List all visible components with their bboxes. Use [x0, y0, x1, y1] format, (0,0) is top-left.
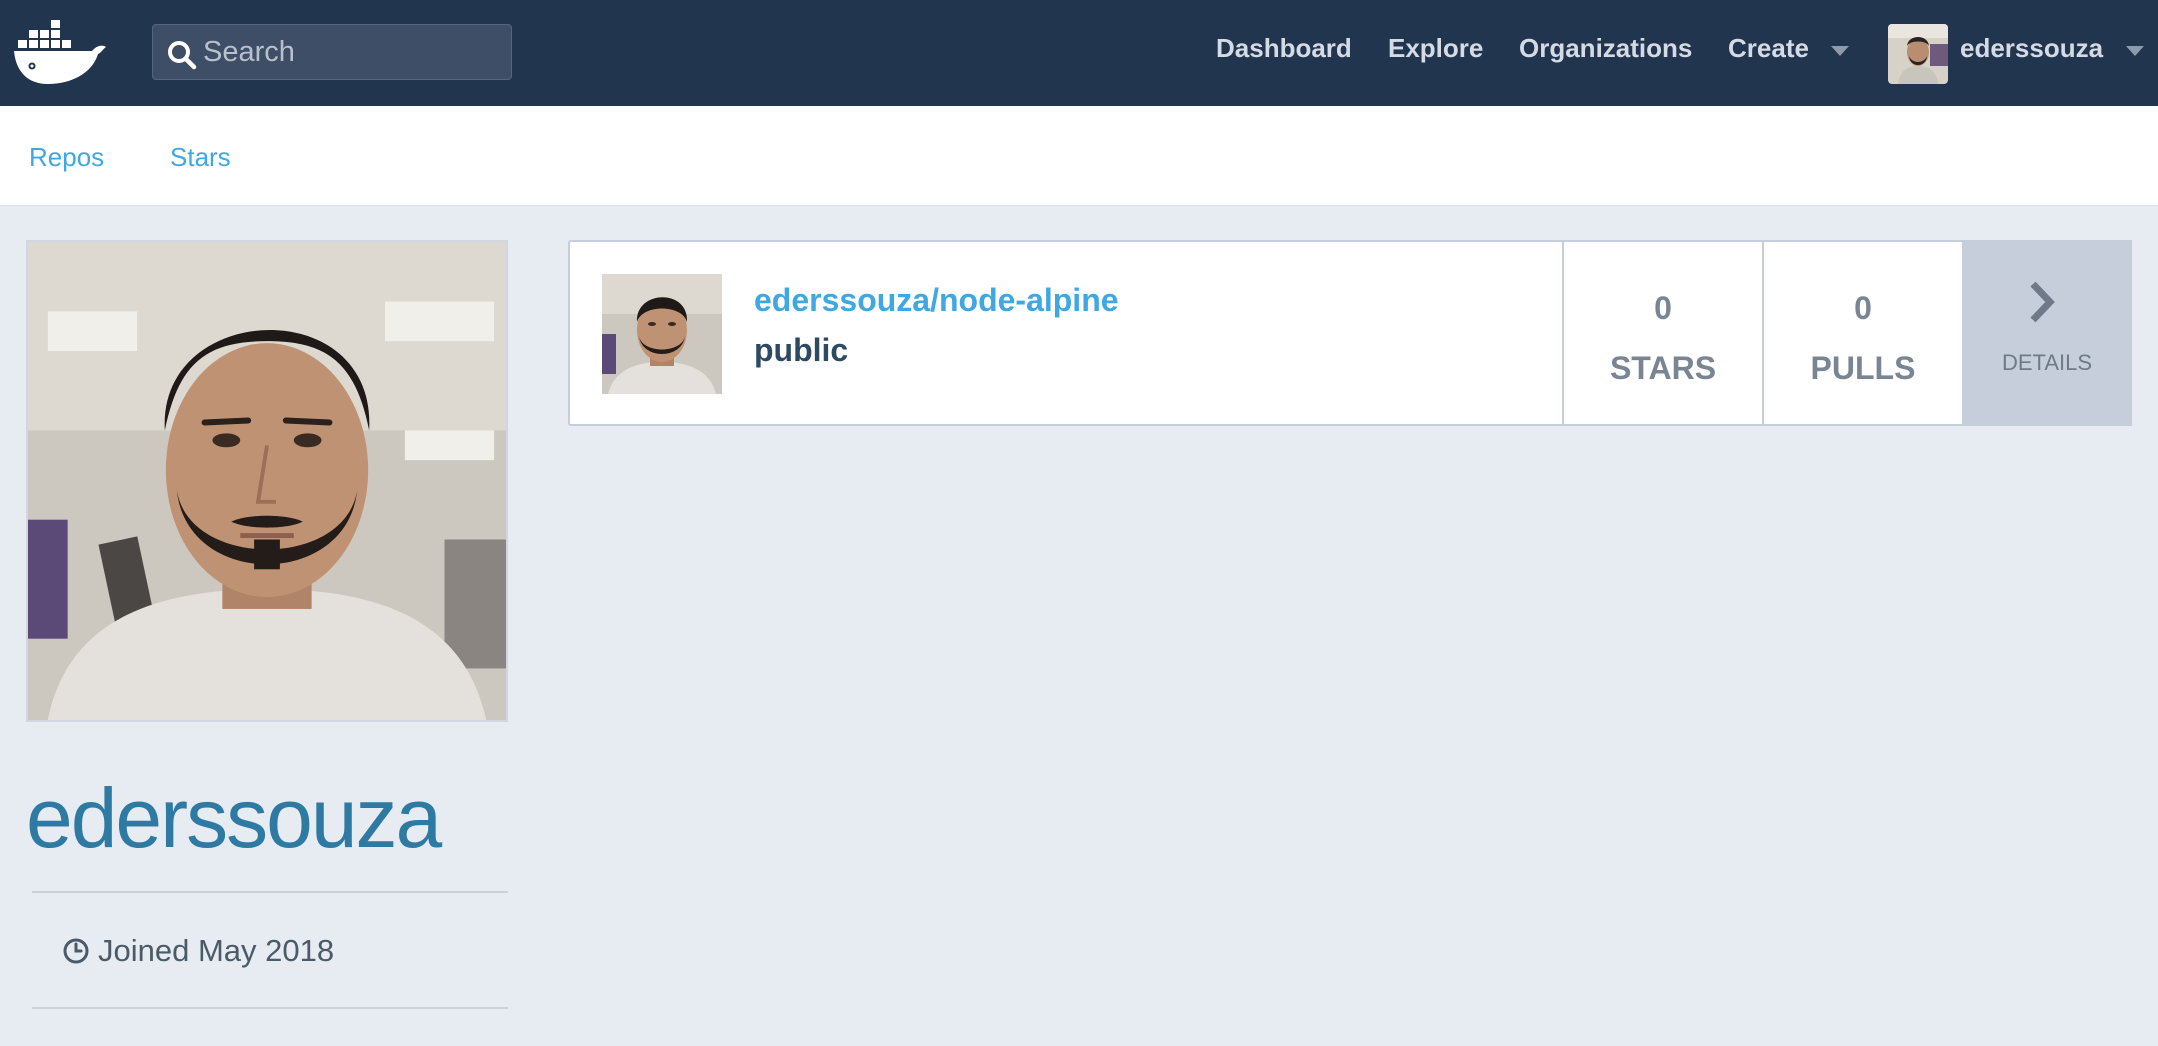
- nav-explore-link[interactable]: Explore: [1388, 33, 1483, 64]
- stars-count: 0: [1654, 290, 1672, 326]
- top-navbar: Dashboard Explore Organizations Create e…: [0, 0, 2158, 106]
- details-label: DETAILS: [2001, 350, 2093, 375]
- chevron-right-icon: [2030, 281, 2055, 323]
- repo-name-link[interactable]: ederssouza/node-alpine: [754, 282, 1119, 319]
- joined-date: Joined May 2018: [98, 933, 335, 968]
- docker-logo-icon[interactable]: [12, 16, 106, 86]
- chevron-down-icon[interactable]: [2126, 46, 2144, 56]
- stars-label: STARS: [1609, 350, 1717, 386]
- details-button[interactable]: DETAILS: [1962, 240, 2132, 426]
- repo-stars-stat: 0 STARS: [1562, 242, 1762, 424]
- profile-photo: [26, 240, 508, 722]
- clock-icon: [63, 938, 89, 964]
- chevron-down-icon[interactable]: [1831, 46, 1849, 56]
- search-input[interactable]: [203, 31, 503, 73]
- repo-pulls-stat: 0 PULLS: [1762, 242, 1962, 424]
- nav-organizations-link[interactable]: Organizations: [1519, 33, 1692, 64]
- profile-subnav: Repos Stars: [0, 106, 2158, 206]
- nav-dashboard-link[interactable]: Dashboard: [1216, 33, 1352, 64]
- nav-create-menu[interactable]: Create: [1728, 33, 1809, 64]
- repo-visibility: public: [754, 332, 849, 368]
- pulls-count: 0: [1854, 290, 1872, 326]
- tab-repos[interactable]: Repos: [29, 142, 104, 173]
- tab-stars[interactable]: Stars: [170, 142, 231, 173]
- repo-card[interactable]: ederssouza/node-alpine public 0 STARS 0 …: [568, 240, 2132, 426]
- divider: [32, 1007, 508, 1009]
- profile-username: ederssouza: [26, 771, 442, 865]
- user-avatar[interactable]: [1888, 24, 1948, 84]
- repo-owner-avatar: [602, 274, 722, 394]
- nav-username-menu[interactable]: ederssouza: [1960, 33, 2103, 64]
- pulls-label: PULLS: [1810, 350, 1916, 386]
- divider: [32, 891, 508, 893]
- search-box[interactable]: [152, 24, 512, 80]
- search-icon: [168, 41, 197, 70]
